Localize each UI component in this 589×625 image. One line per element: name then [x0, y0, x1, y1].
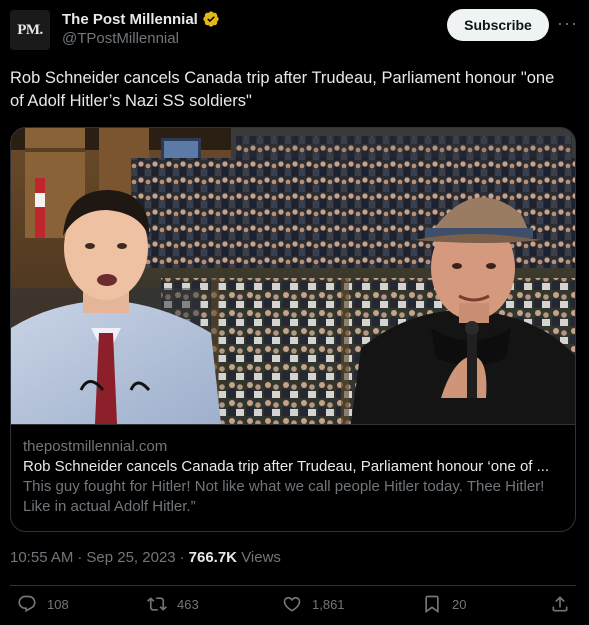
more-options-icon[interactable]: ···	[557, 14, 577, 34]
tweet-meta: 10:55 AM · Sep 25, 2023 · 766.7K Views	[10, 549, 281, 566]
repost-count: 463	[177, 596, 199, 612]
card-description: This guy fought for Hitler! Not like wha…	[23, 478, 545, 515]
share-button[interactable]	[550, 594, 570, 614]
reply-count: 108	[47, 596, 69, 612]
subscribe-button[interactable]: Subscribe	[447, 9, 549, 41]
divider	[10, 585, 576, 586]
avatar[interactable]: PM.	[10, 10, 50, 50]
author-name[interactable]: The Post Millennial	[62, 11, 198, 28]
like-button[interactable]: 1,861	[282, 594, 345, 614]
meta-separator: ·	[77, 549, 83, 566]
author-name-row: The Post Millennial	[62, 10, 220, 28]
heart-icon	[283, 596, 301, 612]
share-icon	[552, 596, 568, 612]
parliament-photo	[11, 128, 575, 424]
bookmark-icon	[425, 595, 439, 614]
tweet-date[interactable]: Sep 25, 2023	[86, 549, 175, 566]
repost-button[interactable]: 463	[147, 594, 199, 614]
card-meta[interactable]: thepostmillennial.com Rob Schneider canc…	[11, 424, 575, 531]
repost-icon	[147, 597, 167, 611]
author-handle[interactable]: @TPostMillennial	[62, 30, 179, 47]
link-preview-card[interactable]: thepostmillennial.com Rob Schneider canc…	[10, 127, 576, 532]
card-title: Rob Schneider cancels Canada trip after …	[23, 458, 550, 475]
meta-separator: ·	[179, 549, 185, 566]
card-domain: thepostmillennial.com	[23, 438, 168, 455]
verified-badge-icon	[203, 11, 219, 27]
tweet-text: Rob Schneider cancels Canada trip after …	[10, 69, 555, 110]
action-bar: 108 463 1,861 20	[10, 594, 576, 624]
card-image[interactable]	[11, 128, 575, 424]
reply-button[interactable]: 108	[17, 594, 69, 614]
bookmark-count: 20	[452, 596, 467, 612]
views-label: Views	[241, 549, 281, 566]
tweet-time[interactable]: 10:55 AM	[10, 549, 73, 566]
tweet-header: PM. The Post Millennial @TPostMillennial…	[10, 8, 580, 52]
like-count: 1,861	[312, 596, 345, 612]
reply-icon	[18, 595, 36, 613]
bookmark-button[interactable]: 20	[422, 594, 466, 614]
views-count[interactable]: 766.7K	[189, 549, 237, 566]
